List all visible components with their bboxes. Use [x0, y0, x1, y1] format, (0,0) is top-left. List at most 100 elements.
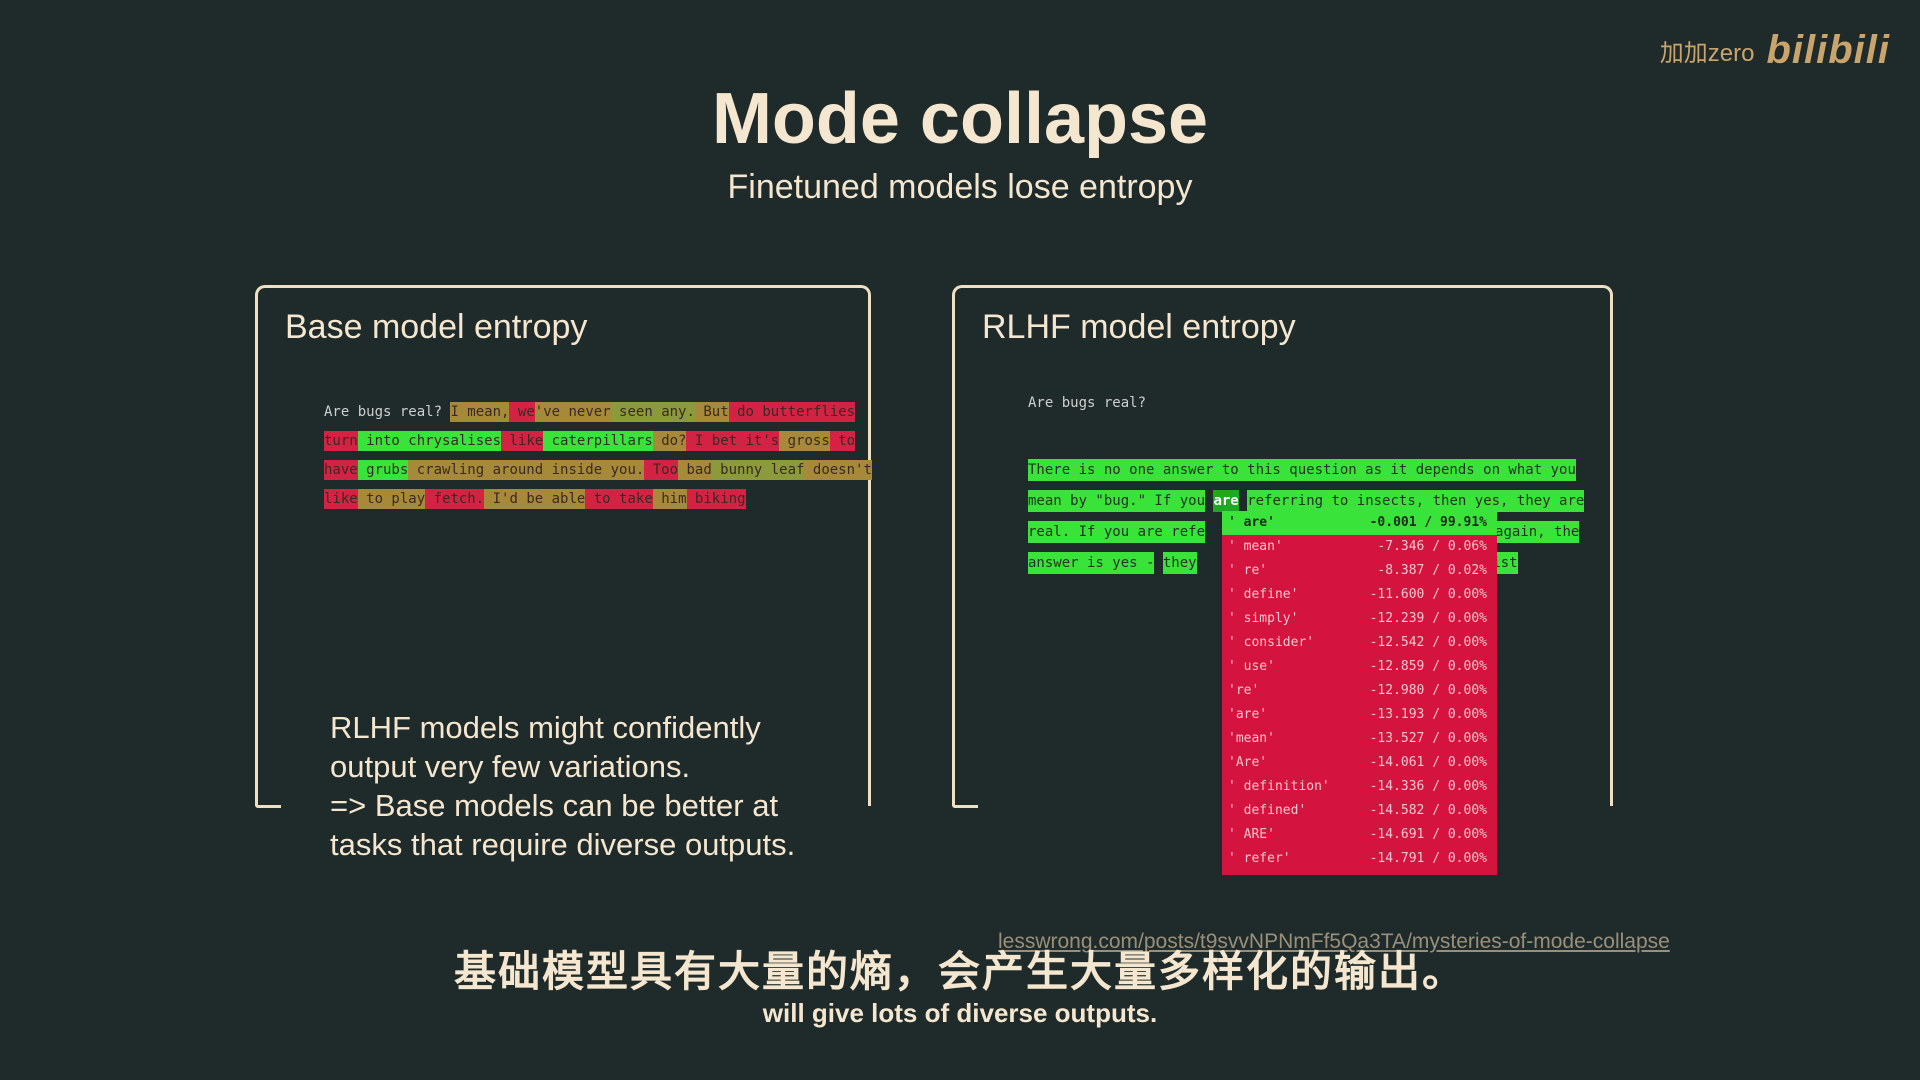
token-option-label: ' define' — [1228, 587, 1299, 602]
token-option-row[interactable]: 'Are' -14.061 / 0.00% — [1222, 751, 1497, 775]
entropy-token: I bet it's — [686, 431, 780, 451]
slide-title: Mode collapse — [711, 79, 1209, 159]
selected-token[interactable]: are — [1213, 490, 1239, 512]
rlhf-line-1: There is no one answer to this question … — [1028, 459, 1576, 481]
token-option-label: 'Are' — [1228, 755, 1268, 770]
token-option-label: ' mean' — [1228, 539, 1283, 554]
token-option-label: ' simply' — [1228, 611, 1299, 626]
token-option-label: 're' — [1228, 683, 1260, 698]
token-option-logprob: -11.600 / 0.00% — [1369, 587, 1487, 602]
note-line: => Base models can be better at — [330, 788, 779, 823]
token-option-row[interactable]: 'mean' -13.527 / 0.00% — [1222, 727, 1497, 751]
token-option-label: ' defined' — [1228, 803, 1307, 818]
token-option-row[interactable]: ' consider' -12.542 / 0.00% — [1222, 631, 1497, 655]
token-option-row[interactable]: 'are' -13.193 / 0.00% — [1222, 703, 1497, 727]
rlhf-line-4a: answer is yes - — [1028, 552, 1155, 574]
token-option-label: ' are' — [1228, 515, 1275, 530]
token-option-logprob: -8.387 / 0.02% — [1377, 563, 1487, 578]
entropy-token: Too — [644, 460, 679, 480]
token-option-row[interactable]: ' re' -8.387 / 0.02% — [1222, 559, 1497, 583]
entropy-token: I mean, — [450, 402, 510, 422]
token-option-logprob: -14.582 / 0.00% — [1369, 803, 1487, 818]
entropy-token: I'd be able — [484, 489, 586, 509]
entropy-token: biking — [686, 489, 746, 509]
token-option-label: ' definition' — [1228, 779, 1330, 794]
entropy-token: do — [728, 402, 754, 422]
entropy-token: like — [501, 431, 544, 451]
token-option-row[interactable]: ' mean' -7.346 / 0.06% — [1222, 535, 1497, 559]
entropy-token: bunny leaf — [711, 460, 805, 480]
entropy-token: turn — [324, 431, 358, 451]
token-option-logprob: -0.001 / 99.91% — [1369, 515, 1487, 530]
entropy-token: grubs — [357, 460, 409, 480]
watermark: 加加zero bilibili — [1660, 28, 1890, 73]
token-option-logprob: -7.346 / 0.06% — [1377, 539, 1487, 554]
token-option-label: ' ARE' — [1228, 827, 1275, 842]
note-line: tasks that require diverse outputs. — [330, 827, 796, 862]
token-option-row[interactable]: ' are' -0.001 / 99.91% — [1222, 511, 1497, 535]
token-option-row[interactable]: ' refer' -14.791 / 0.00% — [1222, 847, 1497, 871]
panel-divider — [952, 805, 978, 808]
token-option-row[interactable]: ' defined' -14.582 / 0.00% — [1222, 799, 1497, 823]
note-text: RLHF models might confidently output ver… — [330, 708, 795, 864]
token-option-logprob: -14.691 / 0.00% — [1369, 827, 1487, 842]
entropy-token: to — [829, 431, 856, 451]
token-option-label: ' re' — [1228, 563, 1268, 578]
rlhf-panel-title: RLHF model entropy — [982, 308, 1296, 346]
bilibili-logo: bilibili — [1766, 28, 1890, 72]
token-option-label: 'mean' — [1228, 731, 1275, 746]
entropy-token: caterpillars — [543, 431, 653, 451]
entropy-token: But — [694, 402, 729, 422]
token-probability-popup: ' are' -0.001 / 99.91% ' mean' -7.346 / 0.0… — [1222, 511, 1497, 875]
token-option-label: 'are' — [1228, 707, 1268, 722]
token-option-logprob: -12.980 / 0.00% — [1369, 683, 1487, 698]
slide-subtitle: Finetuned models lose entropy — [727, 168, 1193, 206]
rlhf-prompt: Are bugs real? — [1028, 395, 1147, 411]
entropy-token: we — [509, 402, 535, 422]
token-option-logprob: -14.791 / 0.00% — [1369, 851, 1487, 866]
token-option-logprob: -14.336 / 0.00% — [1369, 779, 1487, 794]
entropy-token: to play — [357, 489, 426, 509]
token-option-logprob: -12.239 / 0.00% — [1369, 611, 1487, 626]
entropy-token: 've never — [534, 402, 611, 422]
token-option-row[interactable]: ' define' -11.600 / 0.00% — [1222, 583, 1497, 607]
entropy-token: have — [324, 460, 358, 480]
subtitle-chinese: 基础模型具有大量的熵，会产生大量多样化的输出。 — [453, 948, 1466, 995]
rlhf-line-3b: again, the — [1495, 521, 1580, 543]
token-option-label: ' consider' — [1228, 635, 1315, 650]
entropy-token: bad — [678, 460, 712, 480]
entropy-token: like — [324, 489, 358, 509]
entropy-token: butterflies — [753, 402, 856, 422]
entropy-token: gross — [779, 431, 830, 451]
token-option-logprob: -13.527 / 0.00% — [1369, 731, 1487, 746]
rlhf-line-3a: real. If you are refe — [1028, 521, 1206, 543]
panel-divider — [255, 805, 281, 808]
token-option-logprob: -12.542 / 0.00% — [1369, 635, 1487, 650]
watermark-user: 加加zero — [1659, 40, 1755, 67]
entropy-token: into — [357, 431, 400, 451]
rlhf-line-4b: they — [1162, 552, 1197, 574]
token-option-row[interactable]: ' use' -12.859 / 0.00% — [1222, 655, 1497, 679]
token-option-logprob: -12.859 / 0.00% — [1369, 659, 1487, 674]
token-option-row[interactable]: ' simply' -12.239 / 0.00% — [1222, 607, 1497, 631]
entropy-token: doesn't — [804, 460, 872, 480]
token-option-row[interactable]: 're' -12.980 / 0.00% — [1222, 679, 1497, 703]
token-option-row[interactable]: ' ARE' -14.691 / 0.00% — [1222, 823, 1497, 847]
entropy-token: fetch. — [425, 489, 485, 509]
token-option-label: ' use' — [1228, 659, 1275, 674]
token-option-row[interactable]: ' definition' -14.336 / 0.00% — [1222, 775, 1497, 799]
token-option-logprob: -14.061 / 0.00% — [1369, 755, 1487, 770]
base-model-output: Are bugs real? I mean, we've never seen … — [324, 398, 884, 514]
note-line: output very few variations. — [330, 749, 691, 784]
base-panel-title: Base model entropy — [285, 308, 588, 346]
token-option-label: ' refer' — [1228, 851, 1291, 866]
entropy-token: seen any. — [610, 402, 695, 422]
note-line: RLHF models might confidently — [330, 710, 761, 745]
entropy-token: chrysalises — [399, 431, 502, 451]
subtitle-english: will give lots of diverse outputs. — [762, 998, 1158, 1028]
entropy-token: do? — [652, 431, 687, 451]
entropy-token: crawling around inside you. — [408, 460, 645, 480]
base-prompt: Are bugs real? — [324, 404, 443, 420]
rlhf-line-2a: mean by "bug." If you — [1028, 490, 1206, 512]
entropy-token: take — [610, 489, 653, 509]
